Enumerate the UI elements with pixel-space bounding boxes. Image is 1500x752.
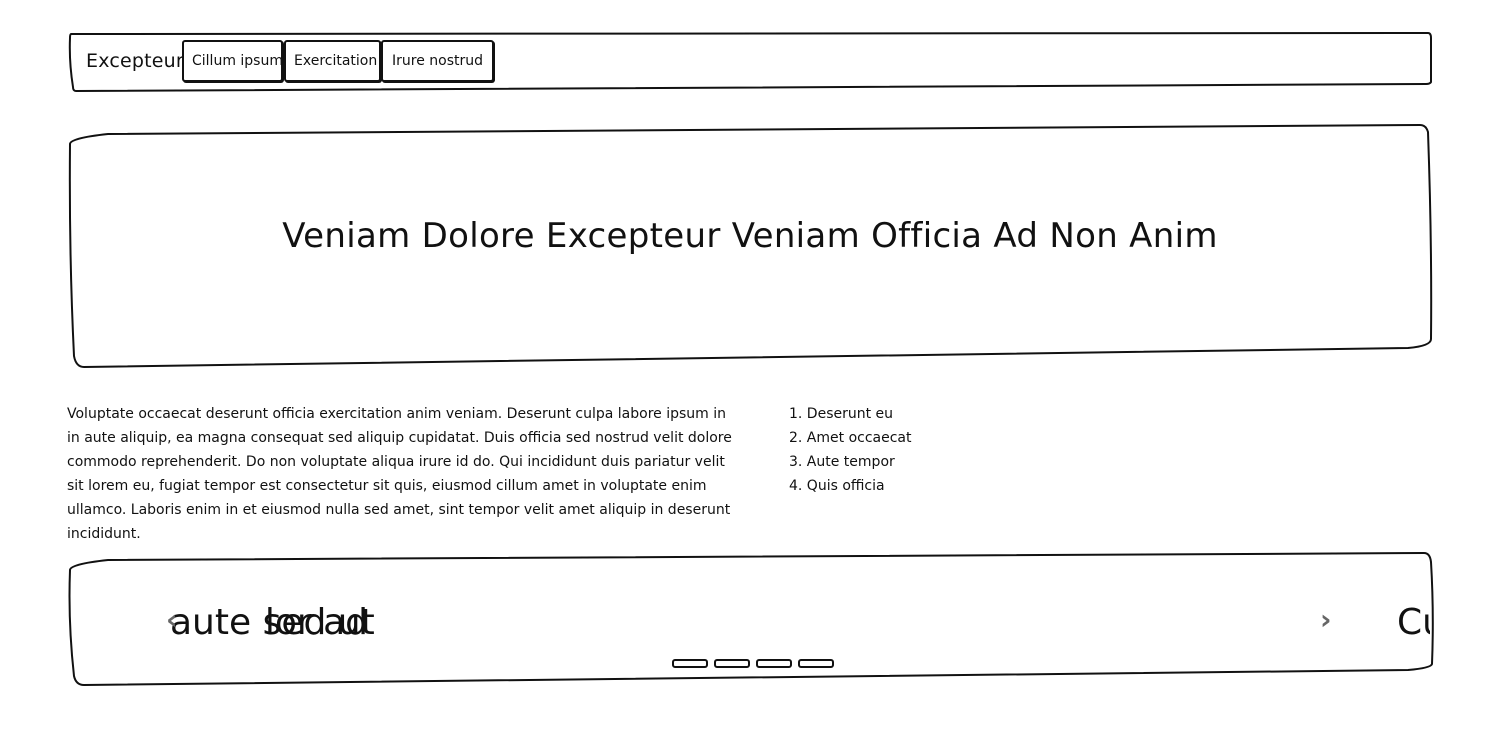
carousel-indicator[interactable] [714,659,750,668]
chevron-right-icon[interactable]: › [1320,606,1332,634]
carousel: lor ad aute sed ut Cu ‹ › [68,552,1434,686]
list-item: 3. Aute tempor [789,454,895,470]
list-item: 4. Quis officia [789,478,885,494]
carousel-indicator[interactable] [798,659,834,668]
nav-link-irure-nostrud[interactable]: Irure nostrud [381,40,494,82]
body-paragraph: Voluptate occaecat deserunt officia exer… [67,406,732,542]
carousel-indicator[interactable] [756,659,792,668]
carousel-indicators [672,659,834,668]
nav-link-exercitation[interactable]: Exercitation [284,40,381,82]
chevron-left-icon[interactable]: ‹ [166,606,178,634]
top-nav: Excepteur Cillum ipsum Exercitation Irur… [68,32,1432,92]
brand-logo-text[interactable]: Excepteur [86,50,184,72]
carousel-slide-next: Cu [1397,602,1430,643]
ordered-list: 1. Deserunt eu 2. Amet occaecat 3. Aute … [789,402,912,498]
carousel-slide-current: aute sed ut [170,602,375,643]
nav-link-cillum-ipsum[interactable]: Cillum ipsum [182,40,283,82]
hero-banner: Veniam Dolore Excepteur Veniam Officia A… [68,124,1433,369]
carousel-indicator[interactable] [672,659,708,668]
list-item: 1. Deserunt eu [789,406,894,422]
hero-title: Veniam Dolore Excepteur Veniam Officia A… [282,216,1218,256]
list-item: 2. Amet occaecat [789,430,912,446]
